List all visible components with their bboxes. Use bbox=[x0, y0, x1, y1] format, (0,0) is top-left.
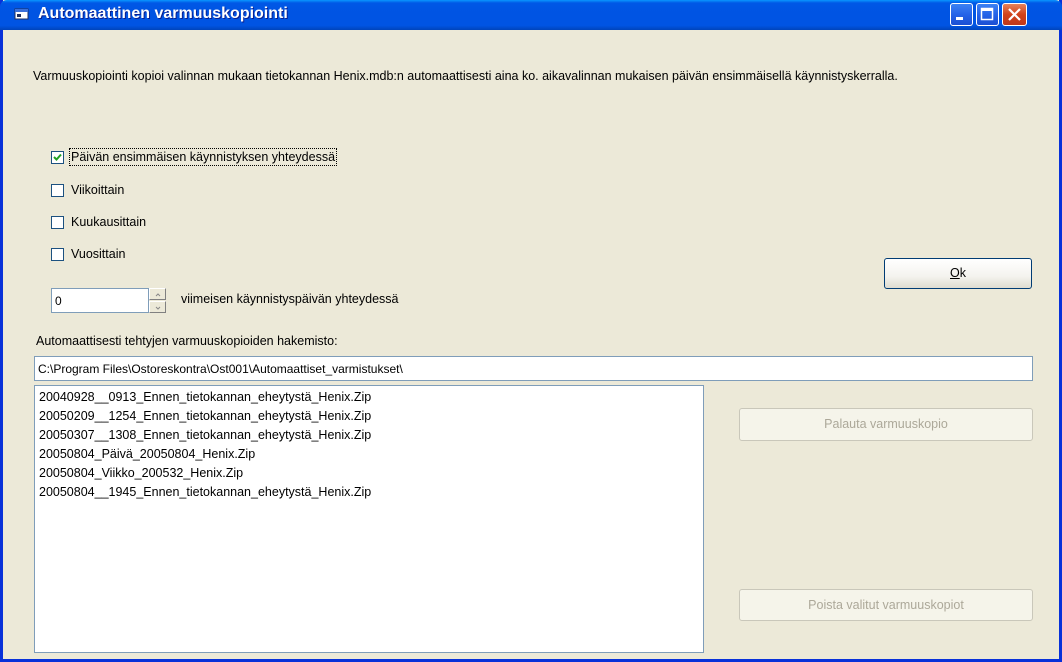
backup-file-list[interactable]: 20040928__0913_Ennen_tietokannan_eheytys… bbox=[34, 385, 704, 653]
chevron-down-icon bbox=[155, 306, 161, 310]
close-icon bbox=[1008, 8, 1021, 21]
app-icon bbox=[14, 8, 29, 20]
minimize-button[interactable] bbox=[950, 3, 973, 26]
checkbox[interactable] bbox=[51, 151, 64, 164]
list-item[interactable]: 20050209__1254_Ennen_tietokannan_eheytys… bbox=[37, 407, 701, 426]
days-input[interactable]: 0 bbox=[51, 288, 149, 313]
checkbox[interactable] bbox=[51, 248, 64, 261]
chevron-up-icon bbox=[155, 293, 161, 297]
checkbox-label: Vuosittain bbox=[71, 247, 126, 261]
backup-dialog: Automaattinen varmuuskopiointi Varmuusko… bbox=[0, 0, 1062, 662]
days-label: viimeisen käynnistyspäivän yhteydessä bbox=[181, 292, 399, 306]
checkbox[interactable] bbox=[51, 184, 64, 197]
checkbox-label: Kuukausittain bbox=[71, 215, 147, 229]
checkmark-icon bbox=[53, 153, 62, 161]
restore-backup-button[interactable]: Palauta varmuuskopio bbox=[739, 408, 1033, 441]
days-spinner[interactable] bbox=[149, 288, 166, 313]
spin-down-button[interactable] bbox=[149, 301, 166, 313]
window-title: Automaattinen varmuuskopiointi bbox=[38, 5, 288, 22]
checkbox-label: Päivän ensimmäisen käynnistyksen yhteyde… bbox=[68, 148, 338, 166]
list-item[interactable]: 20050307__1308_Ennen_tietokannan_eheytys… bbox=[37, 426, 701, 445]
list-item[interactable]: 20050804_Päivä_20050804_Henix.Zip bbox=[37, 445, 701, 464]
checkbox-label: Viikoittain bbox=[71, 183, 125, 197]
list-item[interactable]: 20040928__0913_Ennen_tietokannan_eheytys… bbox=[37, 388, 701, 407]
description-text: Varmuuskopiointi kopioi valinnan mukaan … bbox=[33, 69, 898, 83]
directory-label: Automaattisesti tehtyjen varmuuskopioide… bbox=[36, 334, 338, 348]
list-item[interactable]: 20050804__1945_Ennen_tietokannan_eheytys… bbox=[37, 483, 701, 502]
ok-button[interactable]: Ok bbox=[884, 258, 1032, 289]
checkbox[interactable] bbox=[51, 216, 64, 229]
close-button[interactable] bbox=[1002, 3, 1027, 26]
maximize-icon bbox=[980, 7, 994, 21]
spin-up-button[interactable] bbox=[149, 288, 166, 300]
list-item[interactable]: 20050804_Viikko_200532_Henix.Zip bbox=[37, 464, 701, 483]
title-bar[interactable]: Automaattinen varmuuskopiointi bbox=[0, 0, 1062, 30]
directory-path-field[interactable]: C:\Program Files\Ostoreskontra\Ost001\Au… bbox=[34, 356, 1033, 381]
delete-selected-backups-button[interactable]: Poista valitut varmuuskopiot bbox=[739, 589, 1033, 621]
maximize-button[interactable] bbox=[976, 3, 999, 26]
minimize-icon bbox=[956, 17, 963, 20]
